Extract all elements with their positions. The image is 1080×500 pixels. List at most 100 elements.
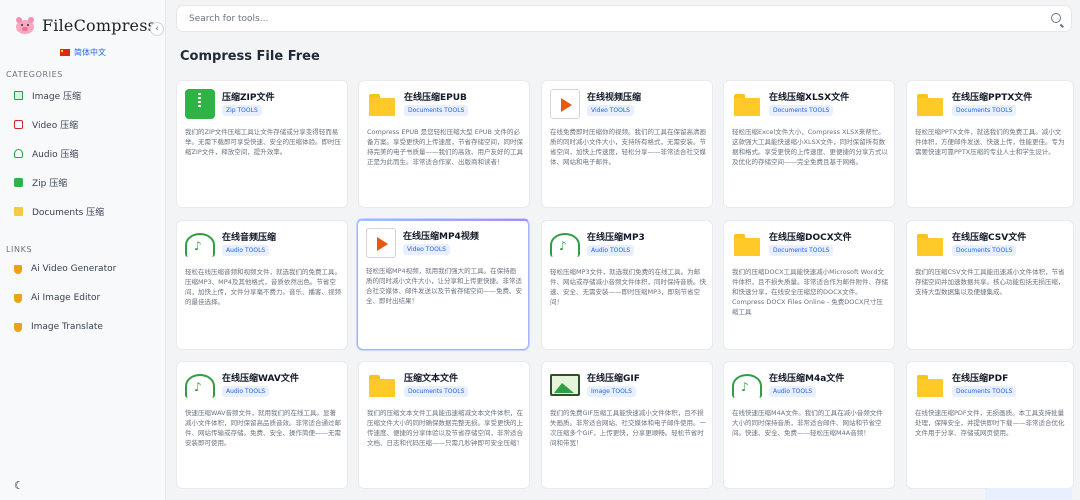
card-title: 在线压缩CSV文件 [952,233,1027,243]
sidebar-item-zip[interactable]: Zip 压缩 [14,174,67,190]
card-description: 轻松压缩Excel文件大小，Compress XLSX来帮忙。这款强大工具能快速… [732,128,888,166]
tool-card-text[interactable]: 压缩文本文件 Documents TOOLS 我们的压缩文本文件工具能迅速缩减文… [358,361,530,489]
sidebar-item-documents[interactable]: Documents 压缩 [14,203,104,219]
card-tag[interactable]: Documents TOOLS [952,245,1017,256]
tool-card-wav[interactable]: 在线压缩WAV文件 Audio TOOLS 快速压缩WAV音频文件，就用我们的在… [176,361,348,489]
folder-icon [915,229,945,259]
folder-icon [367,370,397,400]
video-icon [550,89,580,119]
card-title: 在线压缩DOCX文件 [769,233,852,243]
sidebar-item-video[interactable]: Video 压缩 [14,116,78,132]
video-icon [14,119,23,129]
card-title: 压缩ZIP文件 [222,93,275,103]
headphones-icon [185,233,215,257]
folder-icon [732,229,762,259]
card-description: 快速压缩WAV音频文件，就用我们的在线工具。显著减小文件体积，同时保留高品质音效… [185,409,341,447]
card-tag[interactable]: Audio TOOLS [587,245,635,256]
card-tag[interactable]: Documents TOOLS [404,386,469,397]
sidebar-link-ai-video-generator[interactable]: Ai Video Generator [14,261,116,277]
tool-card-mp3[interactable]: 在线压缩MP3 Audio TOOLS 轻松压缩MP3文件，就选我们免费的在线工… [541,220,713,350]
card-title: 在线视频压缩 [587,93,642,103]
card-description: 在线快速压缩M4A文件。我们的工具在减小音频文件大小的同时保持音质，非常适合邮件… [732,409,883,437]
card-description: 我们的免费GIF压缩工具能快速减小文件体积，且不损失画质。非常适合网站、社交媒体… [550,409,706,447]
card-title: 在线压缩EPUB [404,93,467,103]
card-tag[interactable]: Documents TOOLS [952,105,1017,116]
sidebar-item-label: Video 压缩 [32,120,79,131]
card-title: 在线压缩PDF [952,374,1009,384]
sidebar-item-label: Image 压缩 [32,91,82,102]
trophy-icon [14,322,22,332]
search-icon[interactable] [1051,13,1061,23]
folder-icon [915,370,945,400]
card-title: 在线压缩MP4视频 [403,232,479,242]
card-description: 轻松压缩MP3文件，就选我们免费的在线工具。为邮件、网站或存储减小音频文件体积，… [550,268,706,306]
tool-card-mp4[interactable]: 在线压缩MP4视频 Video TOOLS 轻松压缩MP4视频，就用我们强大的工… [357,219,529,350]
sidebar-link-label: Image Translate [31,322,103,332]
trophy-icon [14,293,22,303]
headphones-icon [185,374,215,398]
tool-card-xlsx[interactable]: 在线压缩XLSX文件 Documents TOOLS 轻松压缩Excel文件大小… [723,80,895,208]
card-title: 在线压缩XLSX文件 [769,93,850,103]
language-label: 简体中文 [74,48,106,57]
video-icon [366,228,396,258]
card-tag[interactable]: Video TOOLS [587,105,634,116]
card-tag[interactable]: Zip TOOLS [222,105,262,116]
tool-card-pdf[interactable]: 在线压缩PDF Documents TOOLS 在线快速压缩PDF文件，无损画质… [906,361,1074,489]
card-description: 我们的压缩DOCX工具能快速减小Microsoft Word文件体积，且不损失质… [732,268,888,316]
tool-card-csv[interactable]: 在线压缩CSV文件 Documents TOOLS 我们的压缩CSV文件工具能迅… [906,220,1074,350]
app-logo[interactable]: FileCompress [14,14,156,36]
sidebar-link-label: Ai Image Editor [31,293,101,303]
tool-card-m4a[interactable]: 在线压缩M4a文件 Audio TOOLS 在线快速压缩M4A文件。我们的工具在… [723,361,895,489]
tool-card-pptx[interactable]: 在线压缩PPTX文件 Documents TOOLS 轻松压缩PPTX文件，就选… [906,80,1074,208]
card-tag[interactable]: Documents TOOLS [404,105,469,116]
card-title: 在线音频压缩 [222,233,277,243]
card-tag[interactable]: Video TOOLS [403,244,450,255]
tool-card-audio[interactable]: 在线音频压缩 Audio TOOLS 轻松在线压缩音频和视频文件，就选我们的免费… [176,220,348,350]
card-title: 在线压缩M4a文件 [769,374,845,384]
card-title: 在线压缩MP3 [587,233,645,243]
app-name: FileCompress [42,15,157,35]
folder-icon [367,89,397,119]
language-selector[interactable]: 简体中文 [60,47,106,58]
sidebar-item-image[interactable]: Image 压缩 [14,87,81,103]
card-description: 轻松压缩PPTX文件，就选我们的免费工具。减小文件体积，方便邮件发送、快速上传，… [915,128,1065,156]
headphones-icon [732,374,762,398]
card-title: 在线压缩WAV文件 [222,374,299,384]
page-title: Compress File Free [180,49,320,64]
sidebar-link-ai-image-editor[interactable]: Ai Image Editor [14,290,100,306]
card-description: 我们的ZIP文件压缩工具让文件存储或分享变得轻而易举。无需下载即可享受快速、安全… [185,128,341,156]
sidebar-link-label: Ai Video Generator [31,264,117,274]
card-description: 我们的压缩文本文件工具能迅速缩减文本文件体积，在压缩文件大小的同时确保数据完整无… [367,409,523,447]
audio-icon [14,148,23,158]
card-tag[interactable]: Documents TOOLS [769,105,834,116]
tool-card-epub[interactable]: 在线压缩EPUB Documents TOOLS Compress EPUB 是… [358,80,530,208]
dark-mode-toggle-icon[interactable]: ☾ [14,479,24,492]
card-tag[interactable]: Documents TOOLS [952,386,1017,397]
card-description: 轻松压缩MP4视频，就用我们强大的工具。在保持画质的同时减小文件大小，让分享和上… [366,267,522,305]
zip-icon [185,89,215,119]
card-tag[interactable]: Audio TOOLS [769,386,817,397]
card-tag[interactable]: Image TOOLS [587,386,636,397]
folder-icon [14,206,23,216]
tool-card-video[interactable]: 在线视频压缩 Video TOOLS 在线免费即时压缩你的视频。我们的工具在保留… [541,80,713,208]
card-title: 压缩文本文件 [404,374,459,384]
collapse-sidebar-button[interactable]: ‹ [150,22,164,36]
sidebar-item-label: Audio 压缩 [32,149,79,160]
image-icon [550,374,580,396]
card-tag[interactable]: Documents TOOLS [769,245,834,256]
sidebar-link-image-translate[interactable]: Image Translate [14,319,103,335]
card-tag[interactable]: Audio TOOLS [222,386,270,397]
tool-card-gif[interactable]: 在线压缩GIF Image TOOLS 我们的免费GIF压缩工具能快速减小文件体… [541,361,713,489]
headphones-icon [550,233,580,257]
folder-icon [732,89,762,119]
folder-icon [915,89,945,119]
card-tag[interactable]: Audio TOOLS [222,245,270,256]
links-heading: LINKS [6,245,33,254]
tool-card-docx[interactable]: 在线压缩DOCX文件 Documents TOOLS 我们的压缩DOCX工具能快… [723,220,895,350]
zip-icon [14,177,23,187]
tool-card-zip[interactable]: 压缩ZIP文件 Zip TOOLS 我们的ZIP文件压缩工具让文件存储或分享变得… [176,80,348,208]
card-title: 在线压缩PPTX文件 [952,93,1033,103]
search-input[interactable] [189,12,1029,26]
card-description: Compress EPUB 是您轻松压缩大型 EPUB 文件的必备方案。享受更快… [367,128,523,166]
sidebar-item-audio[interactable]: Audio 压缩 [14,145,78,161]
